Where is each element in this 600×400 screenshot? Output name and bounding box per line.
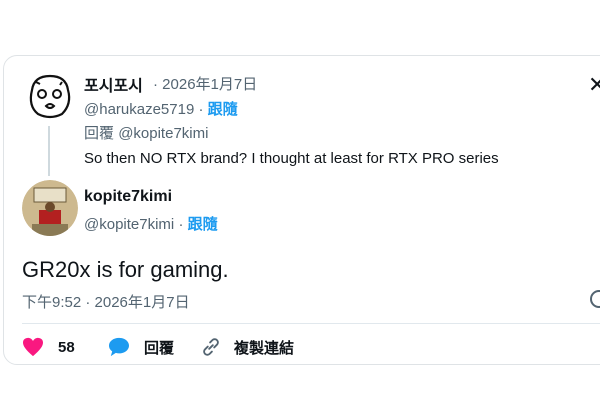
reply-date: · 2026年1月7日 <box>153 76 258 93</box>
tweet-timestamp[interactable]: 下午9:52 · 2026年1月7日 <box>22 291 190 312</box>
profile-photo-icon <box>22 180 78 236</box>
main-handle-row: @kopite7kimi · 跟隨 <box>84 213 218 234</box>
main-avatar[interactable] <box>22 180 78 236</box>
follow-button[interactable]: 跟隨 <box>188 216 218 233</box>
link-icon <box>203 338 219 356</box>
copy-link-label: 複製連結 <box>234 339 295 357</box>
reply-label: 回覆 <box>144 339 175 357</box>
heart-icon <box>23 337 43 357</box>
like-count: 58 <box>58 338 75 356</box>
doodle-face-icon <box>29 74 71 119</box>
thread-connector <box>48 126 50 176</box>
tweet-text: GR20x is for gaming. <box>22 257 229 282</box>
divider <box>22 323 600 324</box>
action-bar: 58 回覆 複製連結 <box>22 335 422 359</box>
comment-icon <box>109 337 129 357</box>
reply-to-handle[interactable]: @kopite7kimi <box>118 125 208 142</box>
separator: · <box>198 101 204 118</box>
main-author-name[interactable]: kopite7kimi <box>84 188 172 206</box>
follow-button[interactable]: 跟隨 <box>208 101 238 118</box>
reply-button[interactable]: 回覆 <box>108 335 174 359</box>
like-button[interactable]: 58 <box>22 335 75 359</box>
main-author-handle[interactable]: @kopite7kimi <box>84 216 174 233</box>
reply-text: So then NO RTX brand? I thought at least… <box>84 150 499 167</box>
reply-to-label: 回覆 <box>84 125 115 142</box>
reply-author-name[interactable]: 포시포시 <box>84 72 143 96</box>
close-icon[interactable]: ✕ <box>588 72 600 98</box>
reply-handle-row: @harukaze5719 · 跟隨 <box>84 98 238 119</box>
reply-author-handle[interactable]: @harukaze5719 <box>84 101 194 118</box>
copy-link-button[interactable]: 複製連結 <box>200 335 294 359</box>
reply-avatar[interactable] <box>24 70 76 122</box>
separator: · <box>178 216 184 233</box>
reply-to-line: 回覆 @kopite7kimi <box>84 122 208 143</box>
